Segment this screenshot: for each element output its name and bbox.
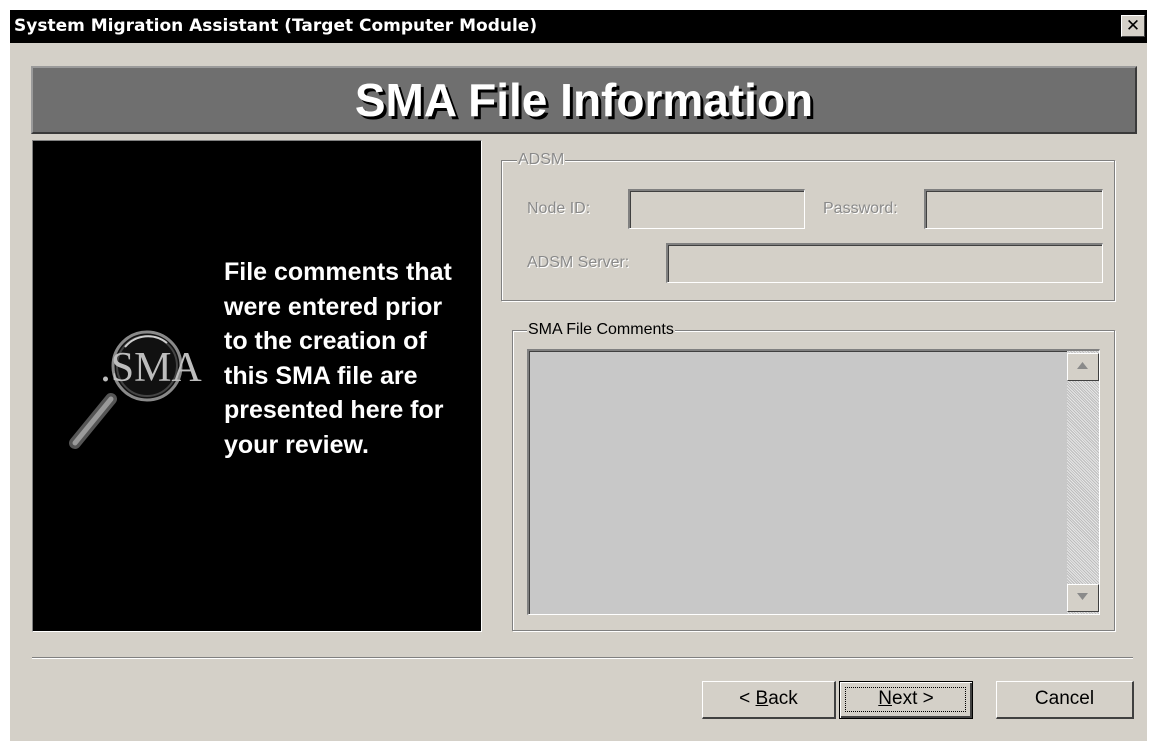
dialog-window: System Migration Assistant (Target Compu… [10, 10, 1147, 741]
svg-text:.SMA: .SMA [100, 345, 202, 391]
password-label: Password: [823, 200, 898, 217]
info-panel: .SMA File comments that were entered pri… [32, 140, 482, 632]
sma-magnifier-logo-icon: .SMA [63, 321, 203, 456]
back-button[interactable]: < Back [702, 681, 836, 719]
description-text: File comments that were entered prior to… [224, 258, 452, 459]
adsm-server-label: ADSM Server: [527, 254, 630, 271]
adsm-group-legend: ADSM [517, 151, 566, 169]
separator-line [32, 657, 1133, 659]
banner: SMA File Information [31, 66, 1137, 134]
comments-group-legend: SMA File Comments [527, 321, 675, 339]
page-title: SMA File Information [354, 74, 814, 126]
node-id-label: Node ID: [527, 200, 591, 217]
comments-textarea[interactable] [527, 349, 1100, 615]
adsm-server-field[interactable] [666, 243, 1103, 283]
scroll-down-button[interactable] [1067, 584, 1099, 612]
close-icon[interactable]: ✕ [1121, 15, 1145, 37]
title-bar: System Migration Assistant (Target Compu… [10, 10, 1147, 43]
next-button[interactable]: Next > [839, 681, 973, 719]
focus-rect [845, 687, 966, 712]
password-field[interactable] [924, 189, 1103, 229]
cancel-button[interactable]: Cancel [996, 681, 1134, 719]
window-title: System Migration Assistant (Target Compu… [14, 16, 538, 36]
scroll-down-arrow-icon [1077, 593, 1088, 600]
scroll-up-button[interactable] [1067, 353, 1099, 381]
comments-scrollbar[interactable] [1067, 351, 1099, 614]
scroll-up-arrow-icon [1077, 362, 1088, 369]
node-id-field[interactable] [628, 189, 805, 229]
